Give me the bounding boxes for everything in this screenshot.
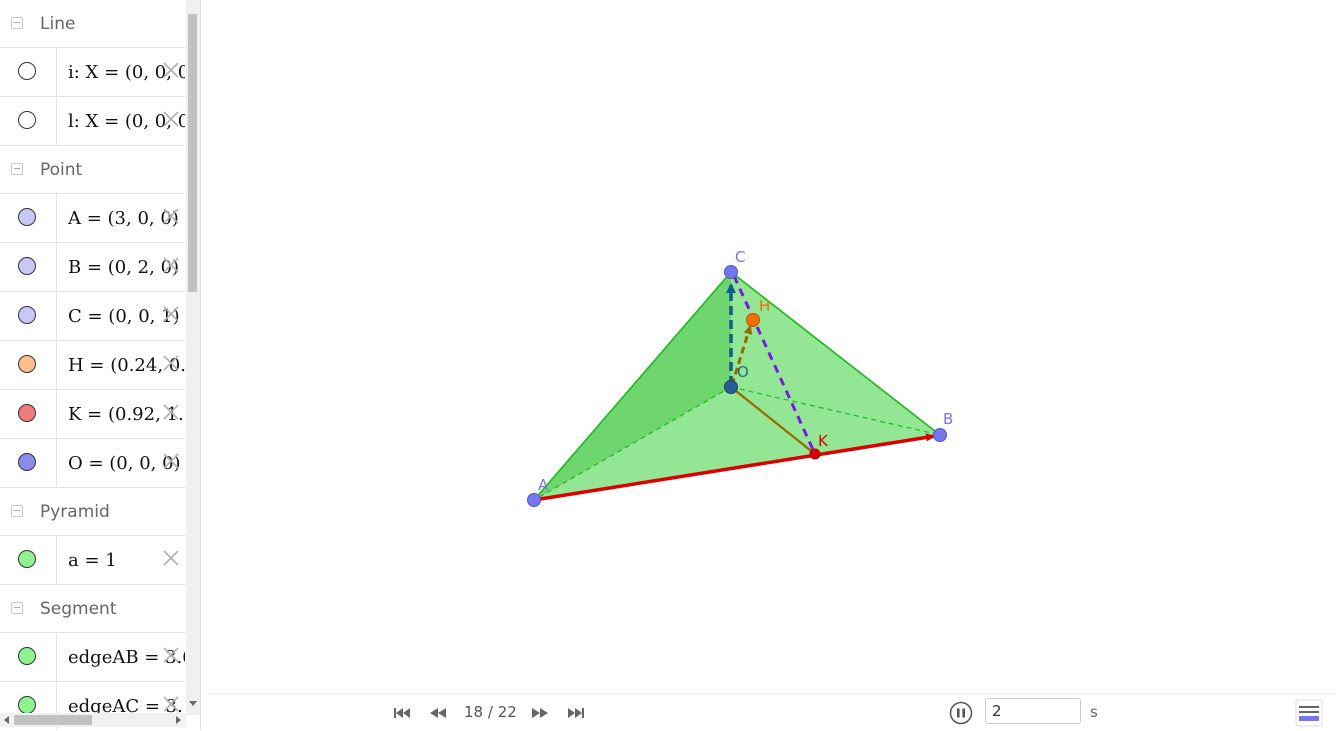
delete-icon[interactable] (161, 451, 181, 471)
horizontal-scrollbar-thumb[interactable] (14, 715, 92, 725)
collapse-icon[interactable] (11, 505, 23, 517)
point-b[interactable] (933, 428, 947, 442)
first-step-icon[interactable] (391, 704, 413, 722)
scroll-left-arrow-icon[interactable] (4, 716, 9, 724)
delete-icon[interactable] (161, 206, 181, 226)
point-c[interactable] (724, 265, 738, 279)
category-point: Point (0, 146, 185, 194)
algebra-item[interactable]: K = (0.92, 1.38, 0) (0, 390, 185, 439)
algebra-item[interactable]: H = (0.24, 0.37, 0.86) (0, 341, 185, 390)
delete-icon[interactable] (161, 255, 181, 275)
category-label: Line (40, 14, 76, 34)
point-o[interactable] (724, 380, 738, 394)
category-segment: Segment (0, 585, 185, 633)
visibility-cell (0, 243, 57, 291)
visibility-toggle[interactable] (18, 550, 36, 568)
visibility-cell (0, 97, 57, 145)
label-h: H (759, 297, 770, 315)
algebra-view-icon[interactable] (1295, 699, 1323, 727)
algebra-view: Line i: X = (0, 0, 0) + λ (1, 0, 0)l: X =… (0, 0, 201, 730)
visibility-toggle[interactable] (18, 62, 36, 80)
category-label: Segment (40, 599, 117, 619)
visibility-cell (0, 48, 57, 96)
algebra-item[interactable]: i: X = (0, 0, 0) + λ (1, 0, 0) (0, 48, 185, 97)
previous-step-icon[interactable] (427, 704, 449, 722)
visibility-toggle[interactable] (18, 696, 36, 714)
visibility-toggle[interactable] (18, 355, 36, 373)
visibility-toggle[interactable] (18, 208, 36, 226)
algebra-item[interactable]: O = (0, 0, 0) (0, 439, 185, 488)
point-a[interactable] (527, 493, 541, 507)
point-h[interactable] (746, 313, 760, 327)
label-k: K (818, 432, 829, 450)
visibility-toggle[interactable] (18, 404, 36, 422)
algebra-item[interactable]: C = (0, 0, 1) (0, 292, 185, 341)
label-b: B (943, 410, 953, 428)
visibility-cell (0, 341, 57, 389)
label-o: O (737, 363, 749, 381)
visibility-cell (0, 292, 57, 340)
visibility-toggle[interactable] (18, 257, 36, 275)
algebra-item[interactable]: l: X = (0, 0, 0) + λ (0, 1, 0) (0, 97, 185, 146)
category-pyramid: Pyramid (0, 488, 185, 536)
algebra-list: Line i: X = (0, 0, 0) + λ (1, 0, 0)l: X =… (0, 0, 185, 730)
point-k[interactable] (809, 448, 821, 460)
horizontal-scrollbar[interactable] (0, 713, 186, 727)
visibility-cell (0, 390, 57, 438)
delete-icon[interactable] (161, 304, 181, 324)
collapse-icon[interactable] (11, 17, 23, 29)
algebra-item[interactable]: B = (0, 2, 0) (0, 243, 185, 292)
delete-icon[interactable] (161, 548, 181, 568)
next-step-icon[interactable] (529, 704, 551, 722)
algebra-item[interactable]: A = (3, 0, 0) (0, 194, 185, 243)
vertical-scrollbar-thumb[interactable] (188, 14, 197, 292)
delete-icon[interactable] (161, 645, 181, 665)
category-label: Pyramid (40, 502, 110, 522)
delete-icon[interactable] (161, 353, 181, 373)
algebra-item[interactable]: a = 1 (0, 536, 185, 585)
graphics-3d-view[interactable]: A B C H K O (208, 0, 1336, 693)
visibility-toggle[interactable] (18, 453, 36, 471)
label-a: A (538, 476, 549, 494)
delete-icon[interactable] (161, 60, 181, 80)
visibility-cell (0, 194, 57, 242)
scroll-down-arrow-icon[interactable] (189, 701, 197, 706)
visibility-cell (0, 633, 57, 681)
last-step-icon[interactable] (565, 704, 587, 722)
vertical-scrollbar[interactable] (186, 0, 200, 715)
visibility-toggle[interactable] (18, 306, 36, 324)
category-line: Line (0, 0, 185, 48)
algebra-item[interactable]: edgeAB = 3.61 (0, 633, 185, 682)
label-c: C (735, 248, 745, 266)
visibility-toggle[interactable] (18, 647, 36, 665)
visibility-cell (0, 439, 57, 487)
scroll-right-arrow-icon[interactable] (176, 716, 181, 724)
delete-icon[interactable] (161, 694, 181, 714)
category-label: Point (40, 160, 83, 180)
collapse-icon[interactable] (11, 602, 23, 614)
step-counter: 18 / 22 (464, 703, 517, 721)
pause-icon[interactable] (949, 701, 973, 725)
construction-protocol-navigation: 18 / 22 s (208, 693, 1336, 731)
visibility-toggle[interactable] (18, 111, 36, 129)
delete-icon[interactable] (161, 402, 181, 422)
delete-icon[interactable] (161, 109, 181, 129)
scene-canvas[interactable]: A B C H K O (208, 0, 1336, 693)
speed-input[interactable] (985, 698, 1081, 724)
collapse-icon[interactable] (11, 163, 23, 175)
visibility-cell (0, 536, 57, 584)
speed-unit: s (1090, 703, 1098, 721)
